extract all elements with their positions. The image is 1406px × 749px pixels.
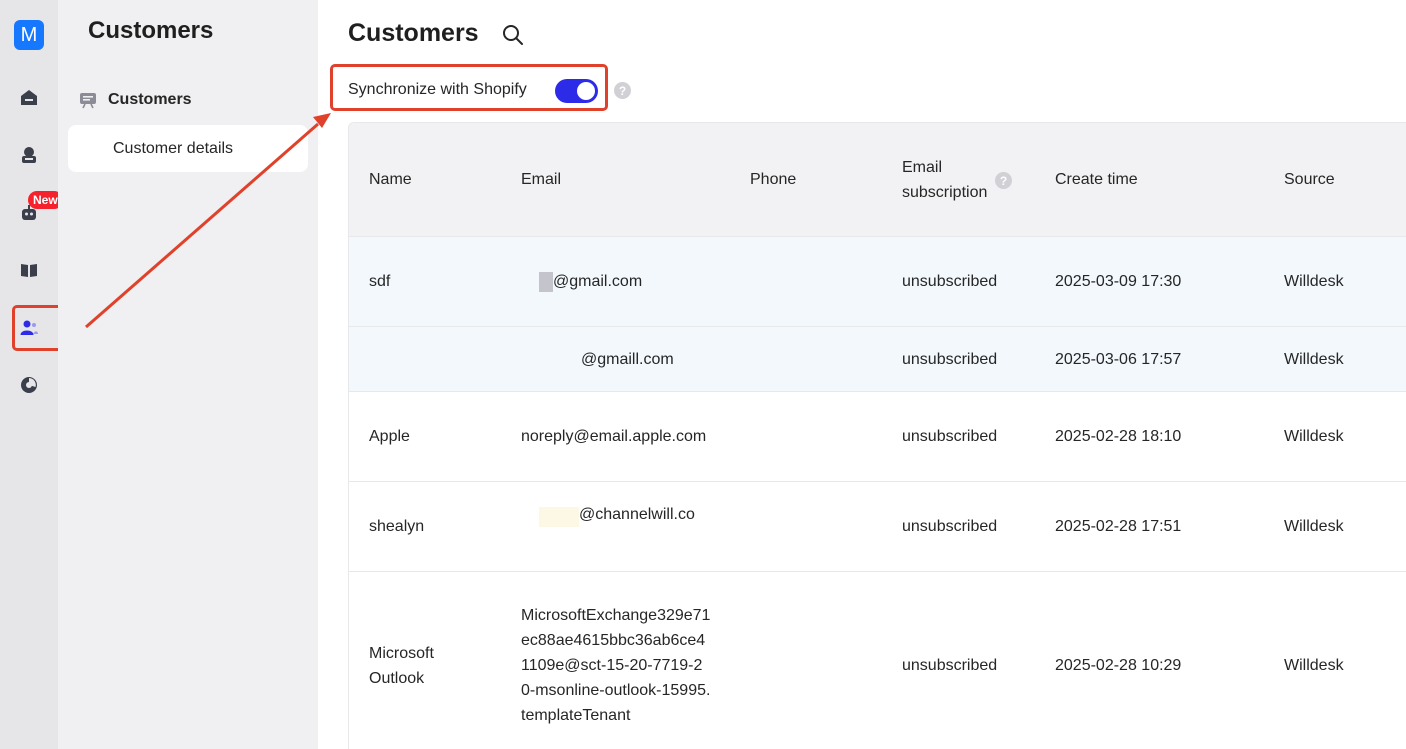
- main-content: Customers Synchronize with Shopify ? Nam…: [318, 0, 1406, 749]
- redacted-block: [521, 271, 553, 292]
- cell-subscription: unsubscribed: [902, 273, 998, 290]
- cell-email: MicrosoftExchange329e71ec88ae4615bbc36ab…: [521, 607, 711, 724]
- cell-email: @gmail.com: [521, 237, 711, 326]
- sidebar-group-label: Customers: [108, 91, 192, 108]
- cell-name: Apple: [369, 428, 410, 445]
- column-header-name[interactable]: Name: [369, 123, 412, 237]
- cell-subscription: unsubscribed: [902, 657, 998, 674]
- column-header-email-subscription-label: Email subscription: [902, 159, 988, 201]
- cell-email: @channelwill.co: [521, 482, 711, 571]
- page-title: Customers: [348, 19, 479, 47]
- toggle-knob: [577, 82, 595, 100]
- cell-email-text: @channelwill.co: [579, 506, 695, 523]
- column-header-create-time[interactable]: Create time: [1055, 123, 1138, 237]
- table-row[interactable]: @gmaill.com unsubscribed 2025-03-06 17:5…: [349, 327, 1406, 392]
- redacted-block: [521, 349, 581, 369]
- redacted-block: [539, 507, 579, 527]
- sidebar-item-label: Customer details: [113, 139, 234, 157]
- cell-name: shealyn: [369, 518, 425, 535]
- column-header-phone[interactable]: Phone: [750, 123, 796, 237]
- cell-name: [369, 327, 509, 391]
- home-icon[interactable]: [17, 86, 41, 110]
- secondary-sidebar: Customers Customers Customer details: [58, 0, 318, 749]
- chat-board-icon: [80, 93, 96, 109]
- cell-create-time: 2025-02-28 18:10: [1055, 428, 1182, 445]
- cell-email: @gmaill.com: [521, 327, 711, 391]
- cell-create-time: 2025-03-09 17:30: [1055, 273, 1182, 290]
- table-row[interactable]: Apple noreply@email.apple.com unsubscrib…: [349, 392, 1406, 482]
- column-header-email[interactable]: Email: [521, 123, 561, 237]
- cell-source: Willdesk: [1284, 657, 1344, 674]
- cell-create-time: 2025-02-28 17:51: [1055, 518, 1182, 535]
- analytics-icon[interactable]: [17, 373, 41, 397]
- column-header-email-subscription[interactable]: Email subscription ?: [902, 123, 1012, 237]
- book-icon[interactable]: [17, 258, 41, 282]
- cell-source: Willdesk: [1284, 518, 1344, 535]
- sidebar-group-customers[interactable]: Customers: [78, 90, 192, 110]
- app-logo[interactable]: M: [14, 20, 44, 50]
- icon-rail: M New: [0, 0, 63, 749]
- cell-source: Willdesk: [1284, 428, 1344, 445]
- table-row[interactable]: sdf @gmail.com unsubscribed 2025-03-09 1…: [349, 237, 1406, 327]
- cell-email-text: @gmail.com: [553, 273, 643, 290]
- help-icon[interactable]: ?: [614, 82, 631, 99]
- cell-subscription: unsubscribed: [902, 518, 998, 535]
- sync-shopify-toggle[interactable]: [555, 79, 598, 103]
- cell-email: noreply@email.apple.com: [521, 428, 707, 445]
- inbox-icon[interactable]: [17, 143, 41, 167]
- cell-name: sdf: [369, 273, 391, 290]
- cell-source: Willdesk: [1284, 350, 1344, 368]
- column-header-source[interactable]: Source: [1284, 123, 1335, 237]
- cell-email-text: @gmaill.com: [581, 350, 674, 368]
- table-row[interactable]: Microsoft Outlook MicrosoftExchange329e7…: [349, 572, 1406, 749]
- table-row[interactable]: shealyn @channelwill.co unsubscribed 202…: [349, 482, 1406, 572]
- cell-source: Willdesk: [1284, 273, 1344, 290]
- sidebar-title: Customers: [88, 17, 214, 44]
- customers-table: Name Email Phone Email subscription ? Cr…: [348, 122, 1406, 749]
- sidebar-item-customer-details[interactable]: Customer details: [68, 125, 308, 172]
- cell-create-time: 2025-03-06 17:57: [1055, 350, 1182, 368]
- cell-subscription: unsubscribed: [902, 428, 998, 445]
- cell-name: Microsoft Outlook: [369, 644, 434, 687]
- cell-subscription: unsubscribed: [902, 350, 998, 368]
- search-icon[interactable]: [501, 23, 525, 47]
- cell-create-time: 2025-02-28 10:29: [1055, 657, 1182, 674]
- help-icon[interactable]: ?: [995, 172, 1012, 189]
- table-header: Name Email Phone Email subscription ? Cr…: [349, 123, 1406, 237]
- sync-shopify-label: Synchronize with Shopify: [348, 81, 527, 98]
